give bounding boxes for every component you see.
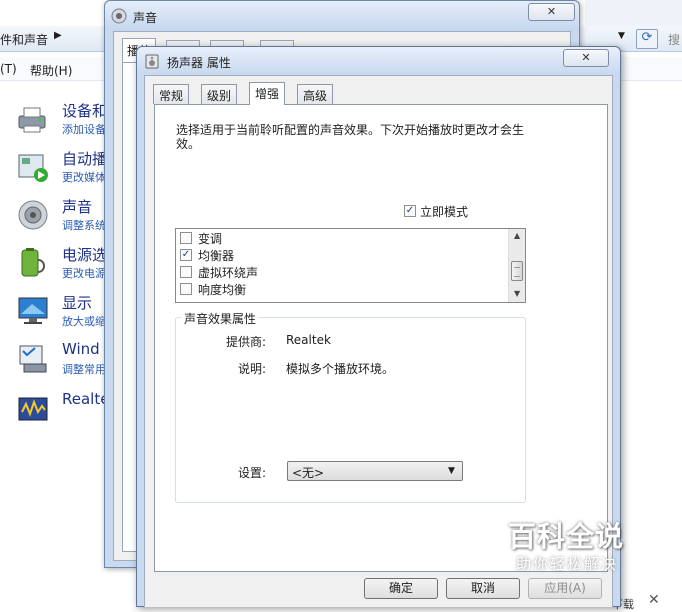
breadcrumb-arrow-icon[interactable]: ▶ xyxy=(54,30,62,41)
cp-item-sub[interactable]: 调整系统 xyxy=(62,217,106,233)
settings-key: 设置: xyxy=(237,466,266,480)
immediate-mode-label[interactable]: 立即模式 xyxy=(420,203,468,220)
list-item[interactable]: 响度均衡 xyxy=(180,281,500,298)
refresh-icon[interactable]: ⟳ xyxy=(636,29,658,49)
dropdown-arrow-icon[interactable]: ▼ xyxy=(618,31,625,41)
description-value: 模拟多个播放环境。 xyxy=(286,362,395,376)
cp-item-title[interactable]: 声音 xyxy=(62,196,92,217)
power-icon xyxy=(21,248,45,277)
group-label: 声音效果属性 xyxy=(181,310,260,327)
menu-help[interactable]: 帮助(H) xyxy=(30,62,72,79)
chevron-down-icon[interactable]: ▼ xyxy=(448,466,455,476)
sound-close-button[interactable]: ✕ xyxy=(528,3,575,21)
effect-properties-group: 声音效果属性 提供商: Realtek 说明: 模拟多个播放环境。 设置: <无… xyxy=(175,310,526,503)
description-key: 说明: xyxy=(237,362,266,376)
explorer-top-strip xyxy=(585,0,682,26)
ok-button[interactable]: 确定 xyxy=(364,578,438,599)
display-icon xyxy=(18,297,48,324)
effect-checkbox-pitch-shift[interactable] xyxy=(180,232,192,244)
provider-key: 提供商: xyxy=(225,335,266,349)
properties-titlebar[interactable]: 扬声器 属性 ✕ xyxy=(137,47,620,75)
sound-title-icon xyxy=(111,8,127,24)
cp-item-title[interactable]: 显示 xyxy=(62,292,92,313)
settings-value[interactable]: <无> xyxy=(292,464,324,481)
cp-item-display[interactable]: 显示 放大或缩 xyxy=(16,292,116,336)
immediate-mode-checkbox[interactable]: ✓ xyxy=(404,205,416,217)
cp-item-sub[interactable]: 调整常用 xyxy=(62,361,106,377)
tab-enhancements[interactable]: 增强 xyxy=(249,82,286,105)
autoplay-icon xyxy=(18,154,48,182)
sound-titlebar[interactable]: 声音 ✕ xyxy=(105,1,579,31)
speaker-device-icon xyxy=(145,54,159,69)
scroll-down-icon[interactable]: ▼ xyxy=(514,289,520,298)
tab-advanced[interactable]: 高级 xyxy=(297,84,334,104)
list-item[interactable]: ✓ 均衡器 xyxy=(180,247,500,264)
cp-item-title[interactable]: 电源选 xyxy=(62,244,107,265)
effect-label[interactable]: 均衡器 xyxy=(198,247,234,264)
cp-item-title[interactable]: 自动播 xyxy=(62,148,107,169)
cp-item-autoplay[interactable]: 自动播 更改媒体 xyxy=(16,148,116,192)
properties-close-button[interactable]: ✕ xyxy=(563,49,609,67)
cp-item-realtek[interactable]: Realte xyxy=(16,390,116,434)
printer-icon xyxy=(18,107,46,133)
speaker-icon xyxy=(18,200,48,230)
provider-value: Realtek xyxy=(286,333,331,347)
effect-label[interactable]: 虚拟环绕声 xyxy=(198,264,258,281)
address-controls: ▼ ⟳ 搜 xyxy=(610,29,682,49)
cp-item-devices[interactable]: 设备和 添加设备 xyxy=(16,100,116,144)
breadcrumb[interactable]: 件和声音 xyxy=(0,31,48,48)
watermark-subtitle: 助你轻松解决 xyxy=(516,555,619,573)
watermark-title: 百科全说 xyxy=(508,520,625,553)
scroll-up-icon[interactable]: ▲ xyxy=(514,231,520,240)
effects-scrollbar[interactable]: ▲ ▼ xyxy=(508,229,525,302)
search-box-fragment[interactable]: 搜 xyxy=(668,31,680,48)
list-item[interactable]: 虚拟环绕声 xyxy=(180,264,500,281)
tab-general[interactable]: 常规 xyxy=(153,84,190,104)
enhancements-panel: 选择适用于当前聆听配置的声音效果。下次开始播放时更改才会生效。 ✓ 立即模式 变… xyxy=(154,104,608,572)
tab-levels[interactable]: 级别 xyxy=(201,84,238,104)
effect-checkbox-loudness[interactable] xyxy=(180,283,192,295)
cp-item-sub[interactable]: 更改电源 xyxy=(62,265,106,281)
cp-item-mobility[interactable]: Wind 调整常用 xyxy=(16,340,116,384)
cp-item-sound[interactable]: 声音 调整系统 xyxy=(16,196,116,240)
menu-tools[interactable]: (T) xyxy=(0,62,17,76)
effects-list[interactable]: 变调 ✓ 均衡器 虚拟环绕声 响度均衡 ▲ ▼ xyxy=(175,228,526,303)
enhancements-description: 选择适用于当前聆听配置的声音效果。下次开始播放时更改才会生效。 xyxy=(176,123,525,151)
properties-title: 扬声器 属性 xyxy=(167,56,231,70)
effect-label[interactable]: 响度均衡 xyxy=(198,281,246,298)
settings-dropdown[interactable]: <无> ▼ xyxy=(287,461,463,481)
effect-checkbox-virtual-surround[interactable] xyxy=(180,266,192,278)
sound-window-title: 声音 xyxy=(133,11,158,25)
cp-item-sub[interactable]: 添加设备 xyxy=(62,121,106,137)
cp-item-sub[interactable]: 放大或缩 xyxy=(62,313,106,329)
realtek-icon xyxy=(18,397,48,421)
cp-item-power[interactable]: 电源选 更改电源 xyxy=(16,244,116,288)
scroll-thumb[interactable] xyxy=(511,261,523,281)
watermark-logo: 百科全说 助你轻松解决 xyxy=(478,515,646,577)
cancel-button[interactable]: 取消 xyxy=(446,578,520,599)
cp-close-icon[interactable]: ✕ xyxy=(648,592,660,608)
mobility-center-icon xyxy=(19,345,47,373)
cp-item-title[interactable]: Wind xyxy=(62,340,100,358)
list-item[interactable]: 变调 xyxy=(180,230,500,247)
effect-checkbox-equalizer[interactable]: ✓ xyxy=(180,249,192,261)
cp-item-sub[interactable]: 更改媒体 xyxy=(62,169,106,185)
cp-item-title[interactable]: 设备和 xyxy=(62,100,107,121)
cp-item-title[interactable]: Realte xyxy=(62,390,109,408)
effect-label[interactable]: 变调 xyxy=(198,230,222,247)
apply-button[interactable]: 应用(A) xyxy=(528,578,602,599)
